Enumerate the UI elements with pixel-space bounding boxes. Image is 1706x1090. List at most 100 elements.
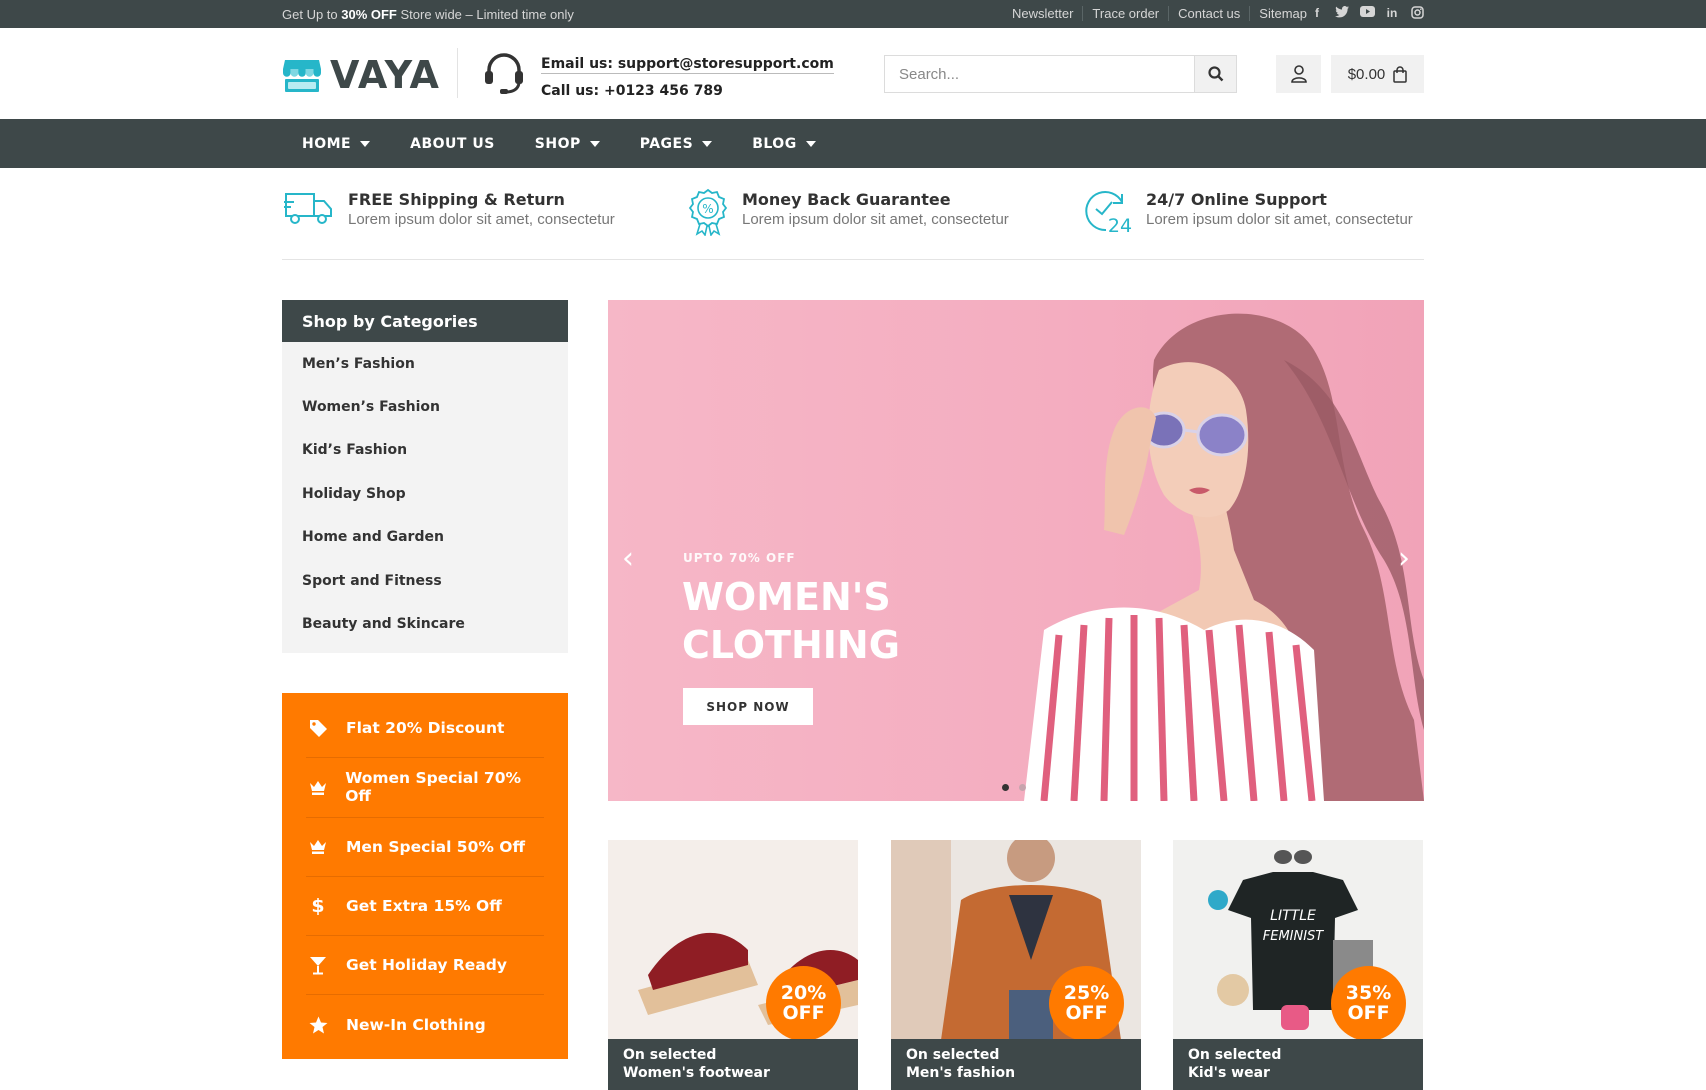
category-mens-fashion[interactable]: Men’s Fashion bbox=[282, 342, 568, 385]
trace-order-link[interactable]: Trace order bbox=[1082, 6, 1168, 21]
nav-home[interactable]: HOME bbox=[282, 119, 390, 168]
hero-title: WOMEN'S CLOTHING bbox=[682, 573, 982, 669]
category-womens-fashion[interactable]: Women’s Fashion bbox=[282, 385, 568, 428]
offer-item[interactable]: Flat 20% Discount bbox=[306, 699, 544, 759]
category-home-garden[interactable]: Home and Garden bbox=[282, 516, 568, 559]
categories-heading: Shop by Categories bbox=[282, 300, 568, 342]
category-holiday-shop[interactable]: Holiday Shop bbox=[282, 472, 568, 515]
offer-label: Women Special 70% Off bbox=[345, 769, 522, 806]
promo-text: Get Up to 30% OFF Store wide – Limited t… bbox=[282, 7, 574, 22]
cart-total: $0.00 bbox=[1347, 65, 1386, 83]
user-icon bbox=[1290, 65, 1307, 83]
caret-down-icon bbox=[589, 140, 600, 147]
cocktail-icon bbox=[310, 956, 326, 975]
dollar-icon: $ bbox=[311, 895, 325, 918]
banner-mens-fashion[interactable]: 25% OFF On selected Men's fashion bbox=[891, 840, 1141, 1090]
headset-icon bbox=[485, 53, 523, 94]
nav-shop[interactable]: SHOP bbox=[515, 119, 620, 168]
categories-panel: Shop by Categories Men’s Fashion Women’s… bbox=[282, 300, 568, 653]
svg-text:FEMINIST: FEMINIST bbox=[1263, 929, 1325, 944]
nav-about-us[interactable]: ABOUT US bbox=[390, 119, 515, 168]
nav-pages[interactable]: PAGES bbox=[620, 119, 732, 168]
category-beauty-skincare[interactable]: Beauty and Skincare bbox=[282, 602, 568, 645]
banner-caption: On selected Men's fashion bbox=[891, 1039, 1141, 1090]
search-icon bbox=[1207, 66, 1223, 82]
banner-line2: Women's footwear bbox=[623, 1065, 770, 1081]
slider-dots bbox=[1002, 784, 1026, 791]
shopping-bag-icon bbox=[1393, 65, 1408, 83]
discount-badge: 35% OFF bbox=[1331, 966, 1406, 1041]
feature-support: 24 24/7 Online Support Lorem ipsum dolor… bbox=[1082, 186, 1413, 234]
badge-off: OFF bbox=[782, 1002, 825, 1024]
twitter-icon[interactable] bbox=[1334, 6, 1350, 22]
discount-badge: 25% OFF bbox=[1049, 966, 1124, 1041]
logo-text: VAYA bbox=[330, 53, 440, 97]
category-sport-fitness[interactable]: Sport and Fitness bbox=[282, 559, 568, 602]
caret-down-icon bbox=[360, 140, 371, 147]
offer-item[interactable]: $ Get Extra 15% Off bbox=[306, 877, 544, 937]
nav-home-label: HOME bbox=[302, 135, 352, 152]
contact-info: Email us: support@storesupport.com Call … bbox=[541, 53, 834, 103]
slider-dot-active[interactable] bbox=[1002, 784, 1009, 791]
offer-label: New-In Clothing bbox=[346, 1016, 486, 1035]
offer-item[interactable]: Women Special 70% Off bbox=[306, 758, 544, 818]
offer-item[interactable]: New-In Clothing bbox=[306, 995, 544, 1054]
banner-caption: On selected Kid's wear bbox=[1173, 1039, 1423, 1090]
percent-badge-icon: % bbox=[688, 188, 728, 236]
caret-down-icon bbox=[702, 140, 713, 147]
instagram-icon[interactable] bbox=[1409, 6, 1425, 22]
hero-title-line2: CLOTHING bbox=[682, 623, 900, 667]
facebook-icon[interactable]: f bbox=[1309, 6, 1325, 22]
offer-item[interactable]: Get Holiday Ready bbox=[306, 936, 544, 996]
features-row: FREE Shipping & Return Lorem ipsum dolor… bbox=[282, 186, 1424, 260]
clock-24-icon: 24 bbox=[1085, 191, 1132, 234]
banner-kids-wear[interactable]: LITTLE FEMINIST 35% OFF On selected Kid's… bbox=[1173, 840, 1423, 1090]
hero-next-arrow[interactable]: › bbox=[1398, 541, 1410, 576]
banner-caption: On selected Women's footwear bbox=[608, 1039, 858, 1090]
offer-label: Get Holiday Ready bbox=[346, 956, 507, 975]
feature-title: FREE Shipping & Return bbox=[348, 190, 565, 209]
crown-icon bbox=[310, 840, 326, 855]
svg-text:LITTLE: LITTLE bbox=[1270, 908, 1316, 924]
star-icon bbox=[309, 1016, 327, 1034]
newsletter-link[interactable]: Newsletter bbox=[1003, 6, 1082, 21]
header-divider bbox=[457, 48, 458, 98]
feature-desc: Lorem ipsum dolor sit amet, consectetur bbox=[742, 211, 1009, 228]
badge-percent: 20% bbox=[780, 982, 827, 1004]
search-button[interactable] bbox=[1194, 56, 1236, 92]
top-links: Newsletter Trace order Contact us Sitema… bbox=[1003, 6, 1316, 21]
caret-down-icon bbox=[805, 140, 816, 147]
search-box bbox=[884, 55, 1237, 93]
crown-icon bbox=[309, 780, 326, 795]
svg-text:%: % bbox=[702, 202, 713, 216]
offer-item[interactable]: Men Special 50% Off bbox=[306, 818, 544, 877]
offers-panel: Flat 20% Discount Women Special 70% Off … bbox=[282, 693, 568, 1059]
tag-icon bbox=[309, 719, 327, 737]
cart-button[interactable]: $0.00 bbox=[1331, 55, 1424, 93]
promo-suffix: Store wide – Limited time only bbox=[396, 7, 574, 22]
feature-money-back: % Money Back Guarantee Lorem ipsum dolor… bbox=[688, 186, 1009, 236]
support-email[interactable]: Email us: support@storesupport.com bbox=[541, 55, 834, 74]
banner-line1: On selected bbox=[906, 1047, 1000, 1063]
youtube-icon[interactable] bbox=[1359, 6, 1375, 22]
badge-percent: 25% bbox=[1063, 982, 1110, 1004]
truck-icon bbox=[284, 193, 332, 224]
search-input[interactable] bbox=[885, 56, 1194, 92]
account-button[interactable] bbox=[1276, 55, 1321, 93]
linkedin-icon[interactable]: in bbox=[1384, 6, 1400, 22]
shop-now-button[interactable]: SHOP NOW bbox=[683, 688, 813, 725]
badge-off: OFF bbox=[1065, 1002, 1108, 1024]
contact-us-link[interactable]: Contact us bbox=[1168, 6, 1249, 21]
sitemap-link[interactable]: Sitemap bbox=[1249, 6, 1316, 21]
nav-blog[interactable]: BLOG bbox=[732, 119, 836, 168]
offer-label: Get Extra 15% Off bbox=[346, 897, 502, 916]
slider-dot[interactable] bbox=[1019, 784, 1026, 791]
banner-womens-footwear[interactable]: 20% OFF On selected Women's footwear bbox=[608, 840, 858, 1090]
store-logo-icon bbox=[283, 60, 321, 92]
feature-title: 24/7 Online Support bbox=[1146, 190, 1327, 209]
nav-blog-label: BLOG bbox=[752, 135, 797, 152]
category-kids-fashion[interactable]: Kid’s Fashion bbox=[282, 429, 568, 472]
logo[interactable]: VAYA bbox=[282, 53, 440, 97]
hero-prev-arrow[interactable]: ‹ bbox=[622, 541, 634, 576]
hero-tag: UPTO 70% OFF bbox=[683, 551, 796, 565]
